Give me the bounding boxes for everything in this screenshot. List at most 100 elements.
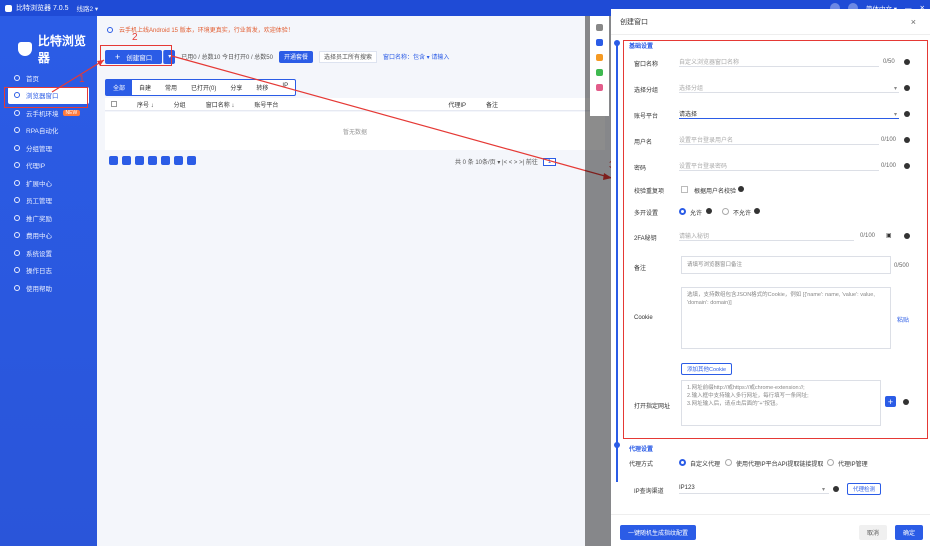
platform-label: 账号平台	[634, 114, 659, 120]
cancel-button[interactable]: 取消	[859, 525, 888, 540]
url-label: 打开指定网址	[634, 404, 671, 410]
message-icon[interactable]	[596, 54, 603, 61]
sidebar-item-label: 扩展中心	[26, 180, 52, 188]
api-proxy-label: 使用代理IP平台API提取链接提取	[736, 462, 824, 468]
sidebar-item-staff[interactable]: 员工管理	[0, 192, 97, 210]
batch-export-icon[interactable]	[161, 156, 170, 165]
users-icon	[14, 197, 20, 204]
window-name-input[interactable]: 自定义浏览器窗口名称	[679, 56, 879, 67]
col-group: 分组	[173, 102, 186, 109]
add-url-button[interactable]: +	[885, 396, 896, 407]
sidebar-item-rpa[interactable]: RPA自动化	[0, 122, 97, 140]
refresh-icon[interactable]	[107, 26, 113, 33]
brand-name: 比特浏览器	[37, 34, 86, 65]
annotation-1: 1	[79, 74, 85, 85]
batch-group-icon[interactable]	[135, 156, 144, 165]
batch-open-icon[interactable]	[109, 156, 118, 165]
batch-delete-icon[interactable]	[187, 156, 196, 165]
help-circle-icon	[14, 284, 20, 291]
gear-icon	[14, 249, 20, 256]
cookie-textarea[interactable]: 选填，支持数组包含JSON格式的Cookie，例如 [{'name': name…	[681, 287, 891, 349]
sidebar-item-label: 代理IP	[26, 163, 46, 171]
annotation-2: 2	[132, 32, 138, 43]
cloud-icon	[14, 109, 20, 116]
notice-text[interactable]: 云手机上线Android 15 版本，环境更真实，行业首发，欢迎体验！	[119, 25, 294, 34]
platform-select[interactable]: 请选择	[679, 108, 899, 119]
tab-shared[interactable]: 分享	[223, 80, 249, 95]
puzzle-icon	[14, 179, 20, 186]
remark-input[interactable]: 请填写浏览器窗口备注	[681, 256, 891, 274]
copy-icon[interactable]: ▣	[886, 232, 892, 239]
close-icon[interactable]: ×	[911, 17, 916, 27]
add-cookie-button[interactable]: 添加其他Cookie	[681, 363, 733, 375]
robot-icon	[14, 127, 20, 134]
paste-link[interactable]: 粘贴	[897, 315, 909, 324]
annotation-box-sidebar	[4, 87, 88, 108]
dialog-title: 创建窗口	[611, 9, 930, 35]
tab-self[interactable]: 自建	[132, 80, 158, 95]
tab-all[interactable]: 全部	[106, 80, 133, 95]
pager-info[interactable]: 共 0 条 10条/页 ▾ |< < > >| 前往	[455, 157, 538, 166]
sidebar-item-settings[interactable]: 系统设置	[0, 244, 97, 262]
sidebar-item-help[interactable]: 使用帮助	[0, 279, 97, 297]
url-textarea[interactable]: 1.网址前缀http://或https://或chrome-extension:…	[681, 380, 881, 426]
sidebar-item-billing[interactable]: 费用中心	[0, 227, 97, 245]
staff-filter-select[interactable]: 选择员工所有搜索	[318, 50, 377, 63]
group-label: 选择分组	[634, 88, 659, 94]
chevron-right-icon[interactable]	[596, 24, 603, 31]
sidebar-item-label: RPA自动化	[26, 128, 59, 136]
page-number-input[interactable]: 1	[542, 157, 557, 166]
verify-checkbox[interactable]	[681, 186, 688, 193]
brand: 比特浏览器	[0, 16, 97, 66]
batch-proxy-icon[interactable]	[148, 156, 157, 165]
timeline-dot-basic	[614, 40, 620, 46]
custom-proxy-radio[interactable]	[679, 459, 686, 466]
tab-opened[interactable]: 已打开(0)	[184, 80, 223, 95]
line-select[interactable]: 线路2 ▾	[77, 3, 99, 13]
globe-icon	[14, 162, 20, 169]
name-filter[interactable]: 窗口名称：包含 ▾ 请输入	[383, 52, 449, 61]
allow-radio[interactable]	[679, 208, 686, 215]
brand-shield-icon	[18, 42, 32, 56]
tab-common[interactable]: 常用	[158, 80, 184, 95]
twofa-counter: 0/100	[860, 233, 876, 239]
twofa-input[interactable]: 请输入秘钥	[679, 230, 854, 241]
allow-label: 允许	[690, 211, 703, 217]
gift-float-icon[interactable]	[596, 84, 603, 91]
sidebar-item-extensions[interactable]: 扩展中心	[0, 174, 97, 192]
toggle-icon[interactable]	[596, 69, 603, 76]
tab-transfer[interactable]: 转移	[249, 80, 275, 95]
confirm-button[interactable]: 确定	[895, 525, 924, 540]
chat-icon[interactable]	[596, 39, 603, 46]
proxy-manage-radio[interactable]	[827, 459, 834, 466]
col-window-name[interactable]: 窗口名称 ↓	[206, 100, 235, 109]
info-icon	[738, 186, 744, 192]
timeline-dot-proxy	[614, 442, 620, 448]
deny-label: 不允许	[733, 211, 752, 217]
username-input[interactable]: 设置平台登录用户名	[679, 134, 879, 145]
sidebar-item-logs[interactable]: 操作日志	[0, 262, 97, 280]
info-icon	[706, 208, 712, 214]
deny-radio[interactable]	[722, 208, 729, 215]
batch-close-icon[interactable]	[122, 156, 131, 165]
sidebar-item-label: 费用中心	[26, 233, 52, 241]
empty-state: 暂无数据	[105, 112, 605, 150]
random-fingerprint-button[interactable]: 一键随机生成指纹配置	[620, 525, 697, 540]
select-all-checkbox[interactable]	[111, 101, 117, 107]
sidebar-item-groups[interactable]: 分组管理	[0, 139, 97, 157]
verify-label: 校验重复项	[634, 189, 665, 195]
proxy-check-button[interactable]: 代理检测	[847, 483, 882, 495]
app-title: 比特浏览器 7.0.5	[16, 5, 69, 12]
api-proxy-radio[interactable]	[725, 459, 732, 466]
password-input[interactable]: 设置平台登录密码	[679, 160, 879, 171]
open-package-button[interactable]: 开通套餐	[278, 50, 313, 63]
proxy-channel-select[interactable]: IP123	[679, 483, 829, 494]
tab-ip[interactable]: IP	[275, 80, 295, 95]
batch-actions	[109, 156, 196, 165]
col-index[interactable]: 序号 ↓	[137, 100, 154, 109]
sidebar-item-proxy[interactable]: 代理IP	[0, 157, 97, 175]
sidebar-item-referral[interactable]: 推广奖励	[0, 209, 97, 227]
group-select[interactable]: 选择分组	[679, 82, 899, 93]
info-icon	[903, 399, 909, 405]
batch-share-icon[interactable]	[174, 156, 183, 165]
